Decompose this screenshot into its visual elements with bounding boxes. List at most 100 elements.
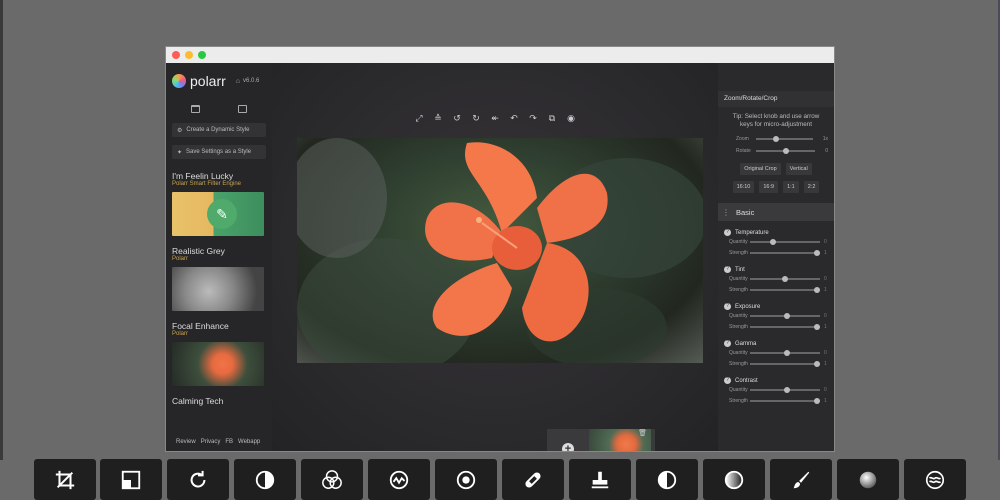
- color-tool[interactable]: [301, 459, 363, 500]
- rotate-tool[interactable]: [167, 459, 229, 500]
- basic-label: Basic: [736, 207, 755, 217]
- minimize-window-button[interactable]: [185, 51, 193, 59]
- ratio-1-1-button[interactable]: 1:1: [783, 181, 799, 193]
- save-icon[interactable]: [238, 105, 247, 113]
- contrast-strength-slider[interactable]: [750, 397, 821, 404]
- compare-icon[interactable]: ≙: [433, 113, 443, 123]
- photo-canvas[interactable]: [297, 138, 703, 363]
- fb-link[interactable]: FB: [225, 439, 233, 445]
- curve-icon: [387, 468, 411, 492]
- style-subtitle-grey: Polarr: [172, 256, 189, 262]
- open-folder-icon[interactable]: [191, 105, 200, 113]
- rotate-right-icon[interactable]: ↻: [471, 113, 481, 123]
- ratio-2-2-button[interactable]: 2:2: [803, 181, 820, 193]
- temperature-quantity-slider[interactable]: [750, 238, 820, 245]
- radial-tool[interactable]: [435, 459, 497, 500]
- brush-tool[interactable]: [770, 459, 832, 500]
- tint-strength-slider[interactable]: [750, 286, 821, 293]
- filmstrip-thumb[interactable]: 🗑 1: [589, 429, 651, 451]
- help-icon[interactable]: ?: [724, 266, 731, 273]
- gradient-tool[interactable]: [703, 459, 765, 500]
- zoom-value: 1x: [822, 136, 828, 142]
- undo-all-icon[interactable]: ↞: [490, 113, 500, 123]
- home-icon[interactable]: ⌂: [236, 78, 240, 85]
- quantity-value: 0: [824, 349, 827, 356]
- help-icon[interactable]: ?: [724, 303, 731, 310]
- fullscreen-icon[interactable]: ⤢: [414, 113, 424, 123]
- brand: polarr ⌂ v6.0.6: [172, 71, 266, 91]
- tint-quantity-slider[interactable]: [750, 275, 820, 282]
- quantity-label: Quantity: [729, 312, 748, 319]
- redo-icon[interactable]: ↷: [528, 113, 538, 123]
- rotate-knob[interactable]: [782, 148, 789, 154]
- strength-value: 1: [824, 360, 827, 367]
- rotate-left-icon[interactable]: ↺: [452, 113, 462, 123]
- zoom-knob[interactable]: [773, 136, 780, 142]
- help-icon[interactable]: ?: [724, 229, 731, 236]
- maximize-window-button[interactable]: [198, 51, 206, 59]
- vignette-square-icon: [119, 468, 143, 492]
- strength-label: Strength: [729, 397, 748, 404]
- slider-knob[interactable]: [814, 397, 821, 404]
- rotate-slider[interactable]: [756, 148, 816, 154]
- style-thumb-lucky[interactable]: ✎: [172, 192, 264, 236]
- slider-knob[interactable]: [814, 360, 821, 367]
- quantity-label: Quantity: [729, 275, 748, 282]
- ratio-16-9-button[interactable]: 16:9: [759, 181, 779, 193]
- add-photo-button[interactable]: +: [547, 429, 589, 451]
- trash-icon[interactable]: 🗑: [638, 429, 647, 437]
- help-icon[interactable]: ?: [724, 340, 731, 347]
- crop-tool[interactable]: [34, 459, 96, 500]
- view-toolbar: ⤢ ≙ ↺ ↻ ↞ ↶ ↷ ⧉ ◉: [272, 113, 718, 123]
- tint-title: Tint: [735, 266, 745, 273]
- original-crop-button[interactable]: Original Crop: [740, 163, 781, 175]
- slider-knob[interactable]: [769, 238, 776, 245]
- waves-tool[interactable]: [904, 459, 966, 500]
- preview-icon[interactable]: ◉: [566, 113, 576, 123]
- strength-value: 1: [824, 323, 827, 330]
- slider-knob[interactable]: [814, 286, 821, 293]
- zoom-slider[interactable]: [756, 136, 813, 142]
- style-thumb-focal[interactable]: [172, 342, 264, 386]
- section-title: Zoom/Rotate/Crop: [718, 91, 834, 107]
- strength-value: 1: [824, 397, 827, 404]
- gamma-quantity-slider[interactable]: [750, 349, 820, 356]
- create-style-button[interactable]: ⚙ Create a Dynamic Style: [172, 123, 266, 137]
- exposure-quantity-slider[interactable]: [750, 312, 820, 319]
- create-style-label: Create a Dynamic Style: [186, 127, 250, 133]
- ratio-16-10-button[interactable]: 16:10: [732, 181, 755, 193]
- exposure-strength-slider[interactable]: [750, 323, 821, 330]
- bandage-icon: [521, 468, 545, 492]
- vignette-tool[interactable]: [100, 459, 162, 500]
- slider-knob[interactable]: [814, 323, 821, 330]
- slider-knob[interactable]: [783, 312, 790, 319]
- style-title-calming: Calming Tech: [172, 396, 224, 406]
- privacy-link[interactable]: Privacy: [201, 439, 221, 445]
- sphere-tool[interactable]: [837, 459, 899, 500]
- contrast-quantity-slider[interactable]: [750, 386, 820, 393]
- contrast-tool[interactable]: [234, 459, 296, 500]
- review-link[interactable]: Review: [176, 439, 196, 445]
- save-settings-button[interactable]: ✦ Save Settings as a Style: [172, 145, 266, 159]
- waves-icon: [923, 468, 947, 492]
- help-icon[interactable]: ?: [724, 377, 731, 384]
- vertical-button[interactable]: Vertical: [785, 163, 812, 175]
- slider-knob[interactable]: [781, 275, 788, 282]
- style-thumb-grey[interactable]: [172, 267, 264, 311]
- copy-icon[interactable]: ⧉: [547, 113, 557, 123]
- gamma-title: Gamma: [735, 340, 757, 347]
- gamma-strength-slider[interactable]: [750, 360, 821, 367]
- stamp-tool[interactable]: [569, 459, 631, 500]
- slider-knob[interactable]: [783, 349, 790, 356]
- webapp-link[interactable]: Webapp: [238, 439, 260, 445]
- undo-icon[interactable]: ↶: [509, 113, 519, 123]
- slider-knob[interactable]: [783, 386, 790, 393]
- tone-tool[interactable]: [636, 459, 698, 500]
- close-window-button[interactable]: [172, 51, 180, 59]
- temperature-strength-slider[interactable]: [750, 249, 821, 256]
- strength-value: 1: [824, 286, 827, 293]
- heal-tool[interactable]: [502, 459, 564, 500]
- curve-tool[interactable]: [368, 459, 430, 500]
- slider-knob[interactable]: [814, 249, 821, 256]
- basic-section-header[interactable]: ⋮ Basic: [718, 203, 834, 221]
